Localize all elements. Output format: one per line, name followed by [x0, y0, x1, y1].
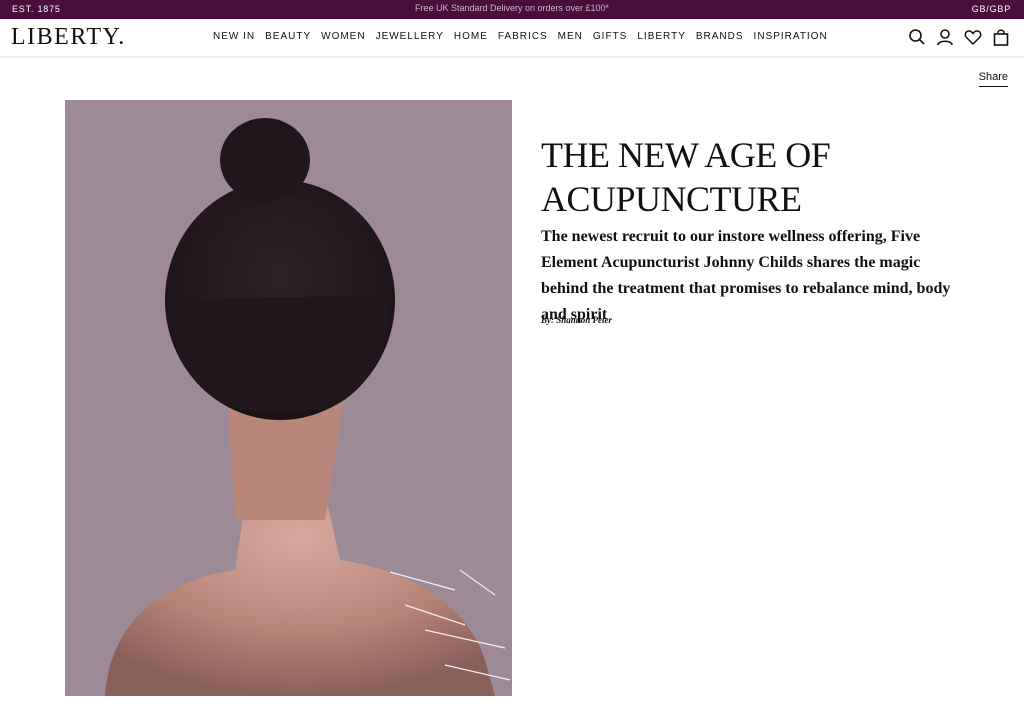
liberty-logo[interactable]: LIBERTY.	[11, 24, 126, 51]
bag-icon[interactable]	[992, 28, 1010, 46]
nav-home[interactable]: HOME	[454, 31, 488, 42]
wishlist-icon[interactable]	[964, 28, 982, 46]
nav-gifts[interactable]: GIFTS	[593, 31, 627, 42]
account-icon[interactable]	[936, 28, 954, 46]
search-icon[interactable]	[908, 28, 926, 46]
article-subtitle: The newest recruit to our instore wellne…	[541, 228, 951, 323]
nav-jewellery[interactable]: JEWELLERY	[376, 31, 444, 42]
article-title: THE NEW AGE OF ACUPUNCTURE	[541, 135, 831, 219]
locale-selector[interactable]: GB/GBP	[972, 4, 1011, 14]
nav-brands[interactable]: BRANDS	[696, 31, 744, 42]
site-header: LIBERTY. NEW IN BEAUTY WOMEN JEWELLERY H…	[0, 19, 1024, 57]
nav-women[interactable]: WOMEN	[321, 31, 365, 42]
article-hero-image	[65, 100, 512, 696]
nav-beauty[interactable]: BEAUTY	[265, 31, 311, 42]
main-nav: NEW IN BEAUTY WOMEN JEWELLERY HOME FABRI…	[213, 31, 838, 42]
nav-new-in[interactable]: NEW IN	[213, 31, 255, 42]
delivery-promo[interactable]: Free UK Standard Delivery on orders over…	[0, 3, 1024, 13]
share-button[interactable]: Share	[978, 71, 1008, 87]
nav-liberty[interactable]: LIBERTY	[637, 31, 686, 42]
nav-men[interactable]: MEN	[558, 31, 583, 42]
promo-bar: EST. 1875 Free UK Standard Delivery on o…	[0, 0, 1024, 19]
nav-fabrics[interactable]: FABRICS	[498, 31, 548, 42]
article-byline: By: Shannon Peter	[541, 315, 613, 325]
header-icons	[908, 28, 1010, 46]
nav-inspiration[interactable]: INSPIRATION	[754, 31, 828, 42]
